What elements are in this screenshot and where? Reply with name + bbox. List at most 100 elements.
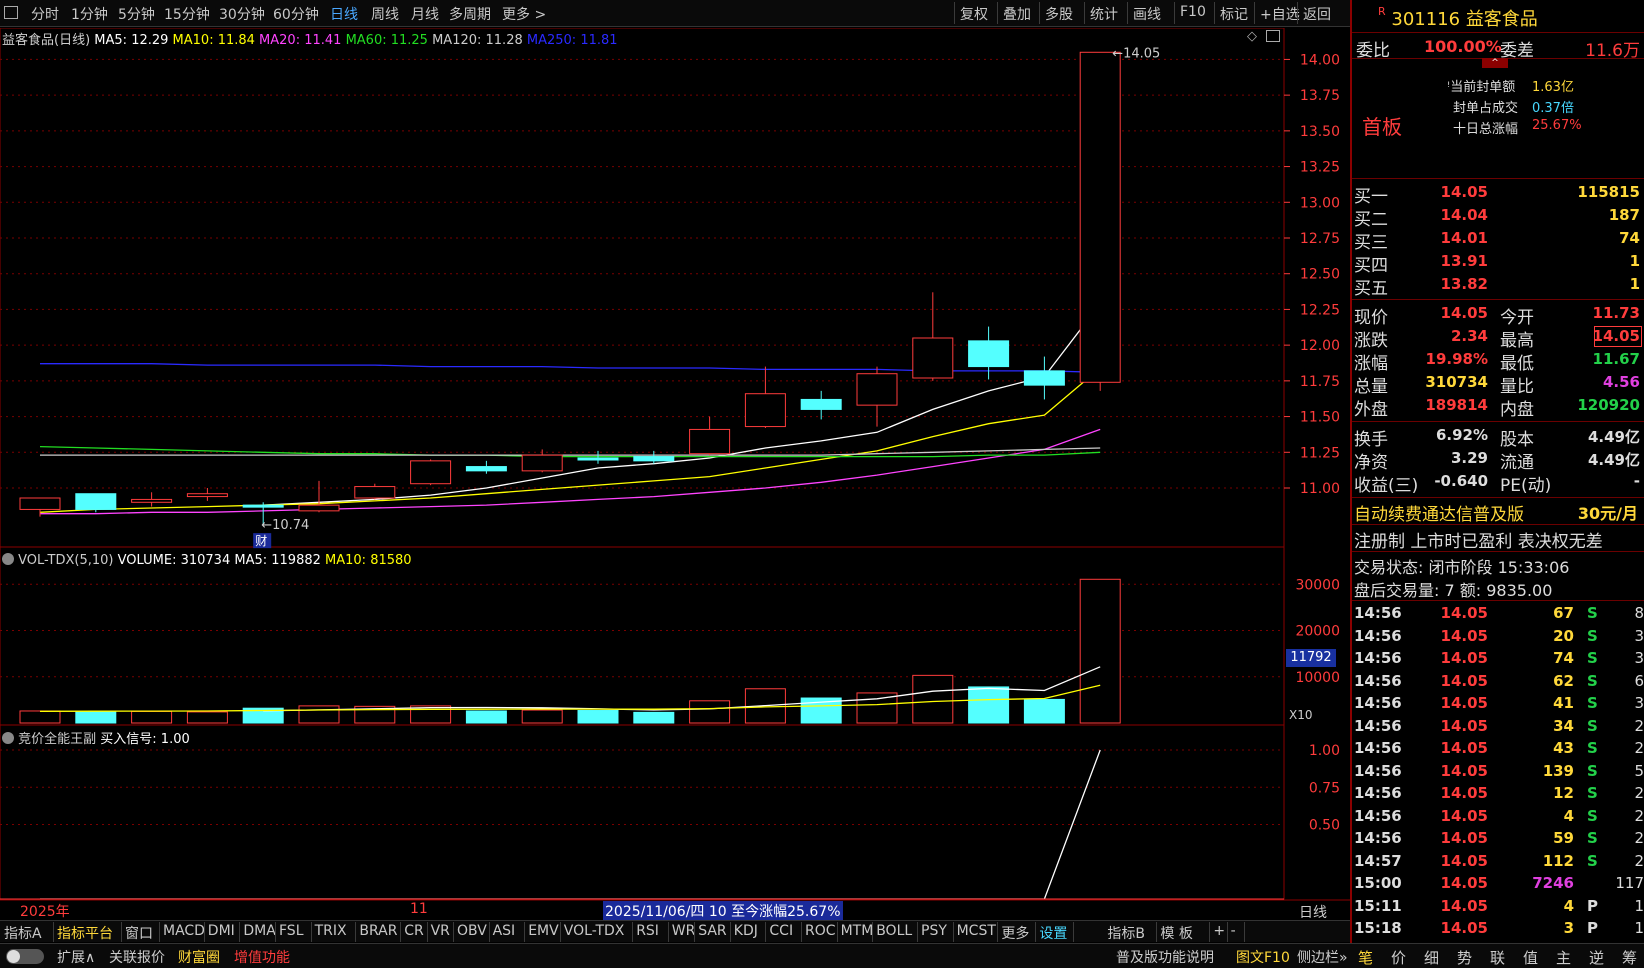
indicator-tab-25[interactable]: 更多 (1001, 923, 1029, 943)
indicator-tab-29[interactable]: + (1213, 923, 1225, 939)
candle-body[interactable] (131, 498, 173, 503)
period-tab-4[interactable]: 30分钟 (219, 4, 265, 24)
indicator-tab-6[interactable]: FSL (279, 923, 304, 939)
panel-toggle-icon[interactable] (1266, 30, 1280, 42)
toggle-switch[interactable] (6, 949, 44, 964)
status-item-6[interactable]: 侧边栏» (1297, 947, 1348, 967)
candle-body[interactable] (1079, 51, 1121, 383)
candle-body[interactable] (19, 497, 61, 510)
volume-bar[interactable] (521, 709, 563, 724)
volume-bar[interactable] (633, 711, 675, 724)
quote-tab-0[interactable]: 笔 (1358, 947, 1373, 968)
period-tab-5[interactable]: 60分钟 (273, 4, 319, 24)
volume-bar[interactable] (577, 710, 619, 724)
status-item-3[interactable]: 增值功能 (234, 947, 290, 967)
candle-body[interactable] (354, 486, 396, 499)
volume-bar[interactable] (186, 711, 228, 724)
indicator-tab-15[interactable]: RSI (636, 923, 659, 939)
status-item-4[interactable]: 普及版功能说明 (1116, 947, 1214, 967)
toolbar-button-4[interactable]: 画线 (1133, 4, 1161, 24)
toolbar-button-6[interactable]: 标记 (1220, 4, 1248, 24)
period-tab-7[interactable]: 周线 (371, 4, 399, 24)
indicator-tab-20[interactable]: ROC (805, 923, 836, 939)
candle-body[interactable] (912, 337, 954, 379)
volume-bar[interactable] (1079, 578, 1121, 724)
indicator-tab-19[interactable]: CCI (769, 923, 793, 939)
toolbar-button-3[interactable]: 统计 (1090, 4, 1118, 24)
candle-body[interactable] (75, 493, 117, 510)
volume-bar[interactable] (1023, 698, 1065, 724)
quote-tab-3[interactable]: 势 (1457, 947, 1472, 968)
indicator-tab-14[interactable]: VOL-TDX (564, 923, 625, 939)
candle-body[interactable] (465, 466, 507, 472)
toolbar-button-2[interactable]: 多股 (1045, 4, 1073, 24)
indicator-tab-13[interactable]: EMV (528, 923, 559, 939)
candle-body[interactable] (968, 340, 1010, 368)
indicator-tab-26[interactable]: 设置 (1039, 923, 1067, 943)
volume-bar[interactable] (298, 705, 340, 724)
expand-icon[interactable]: ^ (1482, 58, 1508, 68)
indicator-tab-24[interactable]: MCST (957, 923, 996, 939)
period-tab-10[interactable]: 更多 > (502, 4, 546, 24)
quote-tab-8[interactable]: 筹 (1622, 947, 1637, 968)
indicator-tab-9[interactable]: CR (404, 923, 424, 939)
candle-body[interactable] (744, 393, 786, 428)
indicator-tab-27[interactable]: 指标B (1107, 923, 1145, 943)
indicator-tab-2[interactable]: 窗口 (125, 923, 153, 943)
candle-body[interactable] (298, 504, 340, 512)
menu-icon[interactable] (4, 6, 18, 19)
toolbar-button-5[interactable]: F10 (1180, 4, 1206, 20)
indicator-tab-3[interactable]: MACD (163, 923, 205, 939)
quote-tab-5[interactable]: 值 (1523, 947, 1538, 968)
indicator-tab-4[interactable]: DMI (208, 923, 235, 939)
volume-bar[interactable] (912, 674, 954, 724)
quote-tab-2[interactable]: 细 (1424, 947, 1439, 968)
volume-bar[interactable] (689, 700, 731, 724)
period-tab-2[interactable]: 5分钟 (118, 4, 155, 24)
indicator-tab-16[interactable]: WR (672, 923, 696, 939)
collapse-icon[interactable] (2, 553, 14, 565)
candle-body[interactable] (521, 454, 563, 472)
fin-marker[interactable]: 财 (255, 534, 267, 548)
candle-body[interactable] (577, 457, 619, 461)
indicator-tab-22[interactable]: BOLL (876, 923, 912, 939)
period-tab-8[interactable]: 月线 (411, 4, 439, 24)
indicator-tab-7[interactable]: TRIX (315, 923, 347, 939)
toolbar-button-7[interactable]: +自选 (1260, 4, 1300, 24)
period-tab-1[interactable]: 1分钟 (71, 4, 108, 24)
indicator-tab-5[interactable]: DMA (243, 923, 275, 939)
status-item-2[interactable]: 财富圈 (178, 947, 220, 967)
indicator-tab-28[interactable]: 模 板 (1160, 923, 1192, 943)
toolbar-button-0[interactable]: 复权 (960, 4, 988, 24)
candle-body[interactable] (800, 398, 842, 410)
indicator-tab-18[interactable]: KDJ (734, 923, 758, 939)
indicator-tab-8[interactable]: BRAR (359, 923, 397, 939)
indicator-tab-21[interactable]: MTM (841, 923, 874, 939)
candle-body[interactable] (1023, 370, 1065, 386)
indicator-tab-0[interactable]: 指标A (4, 923, 42, 943)
indicator-tab-1[interactable]: 指标平台 (57, 923, 113, 943)
volume-bar[interactable] (968, 686, 1010, 724)
toolbar-button-8[interactable]: 返回 (1303, 4, 1331, 24)
period-tab-0[interactable]: 分时 (31, 4, 59, 24)
collapse-icon[interactable] (2, 732, 14, 744)
indicator-tab-12[interactable]: ASI (493, 923, 516, 939)
candle-body[interactable] (856, 373, 898, 406)
status-item-1[interactable]: 关联报价 (109, 947, 165, 967)
candle-body[interactable] (689, 428, 731, 455)
period-tab-6[interactable]: 日线 (330, 4, 358, 24)
kline-chart[interactable]: 14.00 13.75 13.50 13.25 13.00 12.75 12.50 12.25… (0, 27, 1350, 908)
period-tab-9[interactable]: 多周期 (449, 4, 491, 24)
indicator-tab-10[interactable]: VR (431, 923, 450, 939)
toolbar-button-1[interactable]: 叠加 (1003, 4, 1031, 24)
volume-bar[interactable] (75, 711, 117, 724)
period-tab-3[interactable]: 15分钟 (164, 4, 210, 24)
indicator-tab-23[interactable]: PSY (921, 923, 947, 939)
indicator-tab-11[interactable]: OBV (457, 923, 487, 939)
diamond-icon[interactable]: ◇ (1247, 29, 1257, 44)
candle-body[interactable] (242, 504, 284, 508)
quote-tab-7[interactable]: 逆 (1589, 947, 1604, 968)
quote-tab-4[interactable]: 联 (1490, 947, 1505, 968)
status-item-5[interactable]: 图文F10 (1236, 947, 1290, 967)
indicator-tab-17[interactable]: SAR (698, 923, 726, 939)
